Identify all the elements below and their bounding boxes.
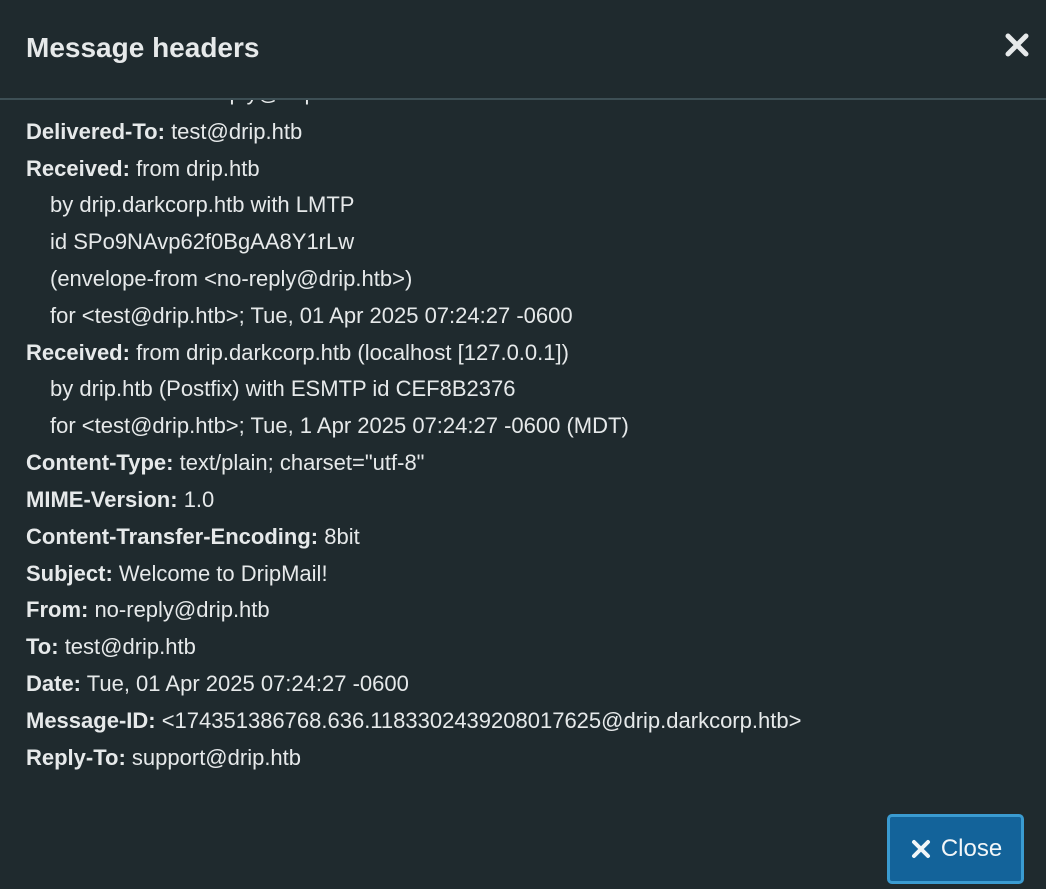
headers-list[interactable]: Return-Path: <no-reply@drip.htb> Deliver… (0, 78, 1046, 798)
header-line: Received: from drip.darkcorp.htb (localh… (26, 340, 569, 365)
dialog-header: Message headers (0, 0, 1046, 100)
header-line: Received: from drip.htb (26, 156, 260, 181)
close-button-label: Close (940, 835, 1003, 862)
header-line-continuation: for <test@drip.htb>; Tue, 01 Apr 2025 07… (50, 303, 573, 328)
header-line-continuation: id SPo9NAvp62f0BgAA8Y1rLw (50, 229, 355, 254)
header-line: Content-Transfer-Encoding: 8bit (26, 524, 360, 549)
dialog-title: Message headers (26, 32, 260, 63)
close-icon[interactable] (1000, 28, 1034, 62)
header-line: From: no-reply@drip.htb (26, 597, 270, 622)
header-line: Content-Type: text/plain; charset="utf-8… (26, 450, 425, 475)
x-icon (911, 840, 930, 858)
header-line: Delivered-To: test@drip.htb (26, 119, 303, 144)
header-line: Reply-To: support@drip.htb (26, 745, 302, 770)
header-line: Subject: Welcome to DripMail! (26, 561, 328, 586)
header-line: Message-ID: <174351386768.636.1183302439… (26, 708, 802, 733)
header-line: MIME-Version: 1.0 (26, 487, 215, 512)
header-line-continuation: (envelope-from <no-reply@drip.htb>) (50, 266, 413, 291)
header-line-continuation: by drip.darkcorp.htb with LMTP (50, 192, 355, 217)
header-line: Date: Tue, 01 Apr 2025 07:24:27 -0600 (26, 671, 409, 696)
header-line: To: test@drip.htb (26, 634, 196, 659)
header-line-continuation: by drip.htb (Postfix) with ESMTP id CEF8… (50, 376, 516, 401)
close-button[interactable]: Close (887, 814, 1024, 884)
message-headers-dialog: Return-Path: <no-reply@drip.htb> Deliver… (0, 0, 1046, 889)
header-line-continuation: for <test@drip.htb>; Tue, 1 Apr 2025 07:… (50, 413, 629, 438)
